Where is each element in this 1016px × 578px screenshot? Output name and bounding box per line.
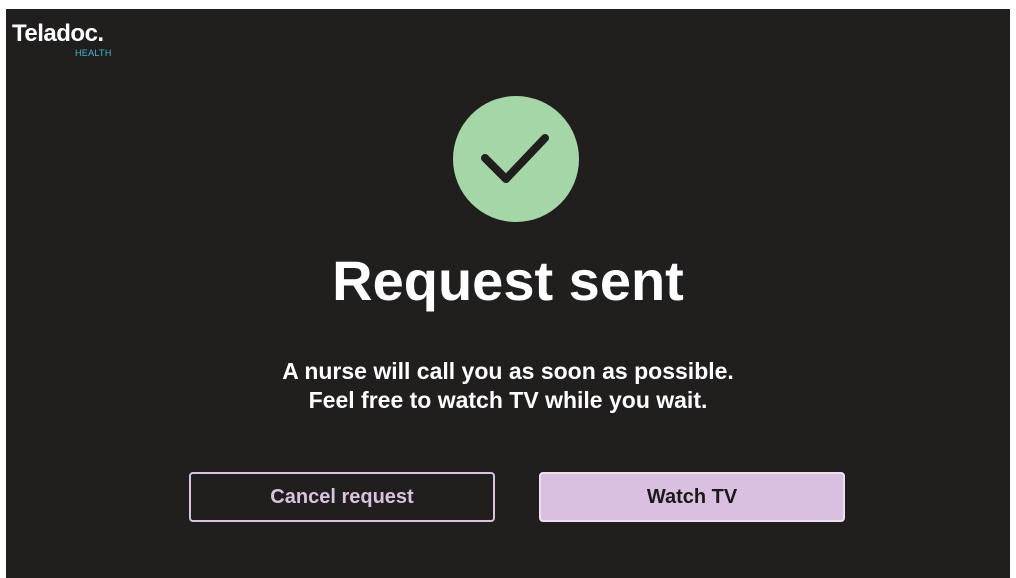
message-line-2: Feel free to watch TV while you wait. [308, 387, 708, 413]
watch-tv-button[interactable]: Watch TV [539, 472, 845, 522]
logo-wordmark: Teladoc. [12, 20, 104, 47]
page-title: Request sent [332, 249, 684, 312]
status-message: A nurse will call you as soon as possibl… [6, 357, 1010, 415]
checkmark-icon [453, 96, 579, 222]
message-line-1: A nurse will call you as soon as possibl… [282, 358, 734, 384]
confirmation-screen: Teladoc. HEALTH Request sent A nurse wil… [6, 9, 1010, 578]
logo-subtitle: HEALTH [75, 48, 112, 58]
cancel-request-button[interactable]: Cancel request [189, 472, 495, 522]
teladoc-logo: Teladoc. HEALTH [12, 20, 124, 80]
